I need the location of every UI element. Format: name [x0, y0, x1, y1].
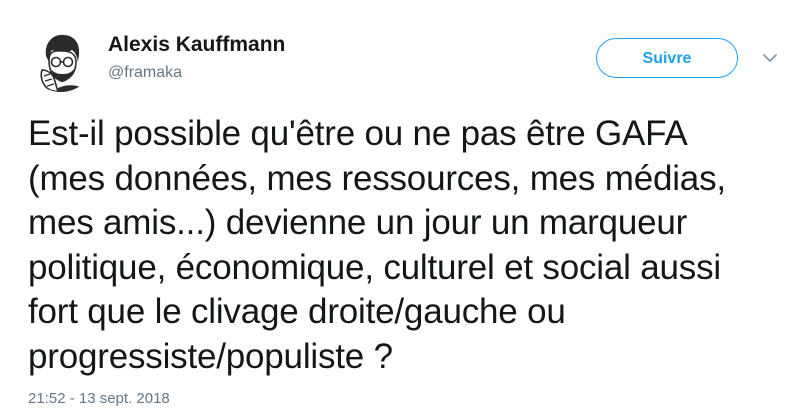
follow-button[interactable]: Suivre — [596, 38, 738, 78]
tweet-text: Est-il possible qu'être ou ne pas être G… — [28, 112, 788, 379]
author-name[interactable]: Alexis Kauffmann — [108, 33, 285, 57]
avatar-drawing — [28, 26, 94, 92]
author-handle[interactable]: @framaka — [108, 64, 182, 82]
tweet-card: Alexis Kauffmann @framaka Suivre Est-il … — [0, 0, 800, 419]
tweet-text-line: (mes données, mes ressources, mes médias… — [28, 158, 726, 198]
chevron-down-icon[interactable] — [761, 52, 779, 64]
avatar[interactable] — [28, 26, 94, 92]
tweet-text-line: mes amis...) devienne un jour un marqueu… — [28, 203, 688, 242]
tweet-text-line: fort que le clivage droite/gauche ou — [28, 292, 566, 331]
tweet-text-line: progressiste/populiste ? — [28, 336, 393, 376]
tweet-timestamp[interactable]: 21:52 - 13 sept. 2018 — [28, 390, 170, 407]
tweet-text-line: Est-il possible qu'être ou ne pas être G… — [28, 114, 688, 153]
tweet-text-line: politique, économique, culturel et socia… — [28, 247, 721, 287]
